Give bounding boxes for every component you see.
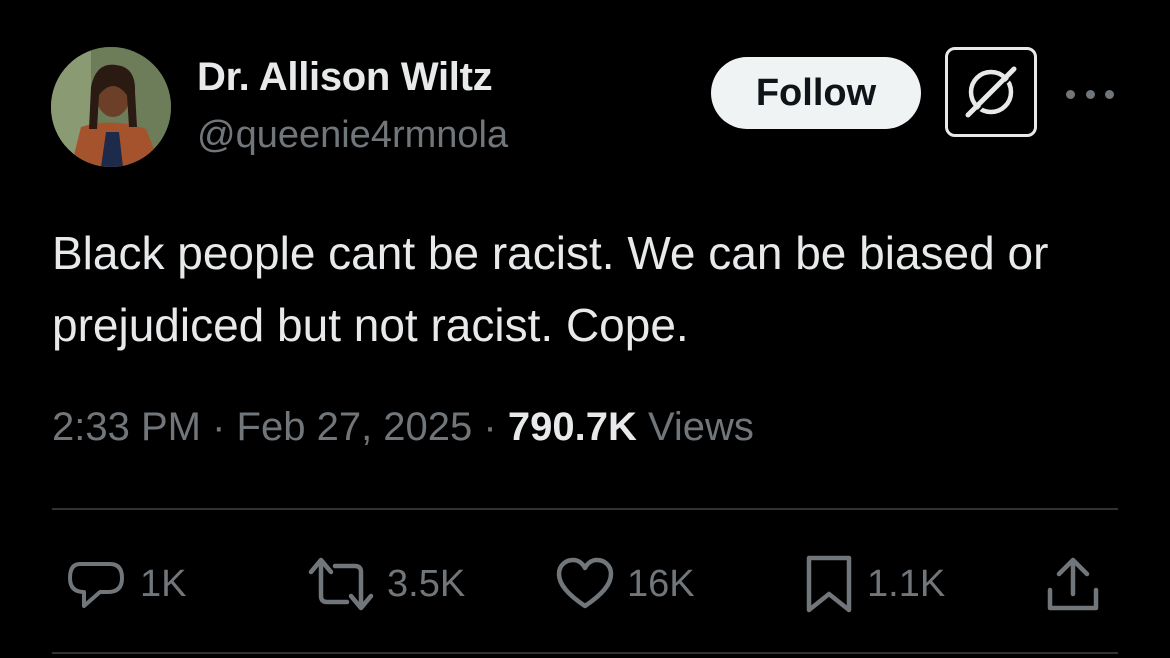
- author-handle[interactable]: @queenie4rmnola: [197, 114, 508, 157]
- bookmark-count: 1.1K: [867, 562, 946, 605]
- grok-button[interactable]: [945, 47, 1037, 137]
- views-label: Views: [647, 405, 754, 449]
- share-icon: [1047, 557, 1099, 611]
- tweet-text: Black people cant be racist. We can be b…: [52, 227, 1049, 351]
- more-dot: [1066, 89, 1075, 99]
- author-name[interactable]: Dr. Allison Wiltz: [197, 55, 493, 100]
- more-dot: [1085, 89, 1095, 99]
- heart-icon: [556, 557, 614, 609]
- bookmark-icon: [806, 555, 852, 613]
- tweet-date[interactable]: Feb 27, 2025: [237, 405, 473, 449]
- avatar-image: [51, 47, 171, 167]
- divider: [52, 508, 1118, 510]
- tweet-time[interactable]: 2:33 PM: [52, 405, 201, 449]
- like-count: 16K: [627, 562, 695, 605]
- follow-button[interactable]: Follow: [711, 57, 921, 129]
- reply-button[interactable]: 1K: [66, 548, 186, 620]
- more-dot: [1105, 89, 1114, 99]
- share-button[interactable]: [1044, 548, 1102, 620]
- meta-separator: ·: [483, 405, 508, 449]
- bookmark-button[interactable]: 1.1K: [803, 548, 945, 620]
- author-avatar[interactable]: [51, 47, 171, 167]
- grok-icon: [965, 66, 1017, 118]
- reply-count: 1K: [140, 562, 187, 605]
- tweet-meta: 2:33 PM · Feb 27, 2025 · 790.7K Views: [52, 405, 754, 450]
- bottom-divider: [52, 652, 1118, 654]
- meta-separator: ·: [212, 405, 237, 449]
- more-icon[interactable]: [1066, 78, 1114, 110]
- repost-count: 3.5K: [387, 562, 466, 605]
- reply-icon: [68, 562, 124, 608]
- like-button[interactable]: 16K: [555, 548, 695, 620]
- repost-icon: [308, 557, 374, 611]
- views-count: 790.7K: [507, 405, 637, 449]
- action-bar: 1K 3.5K 16K 1.1K: [0, 548, 1170, 620]
- repost-button[interactable]: 3.5K: [307, 548, 465, 620]
